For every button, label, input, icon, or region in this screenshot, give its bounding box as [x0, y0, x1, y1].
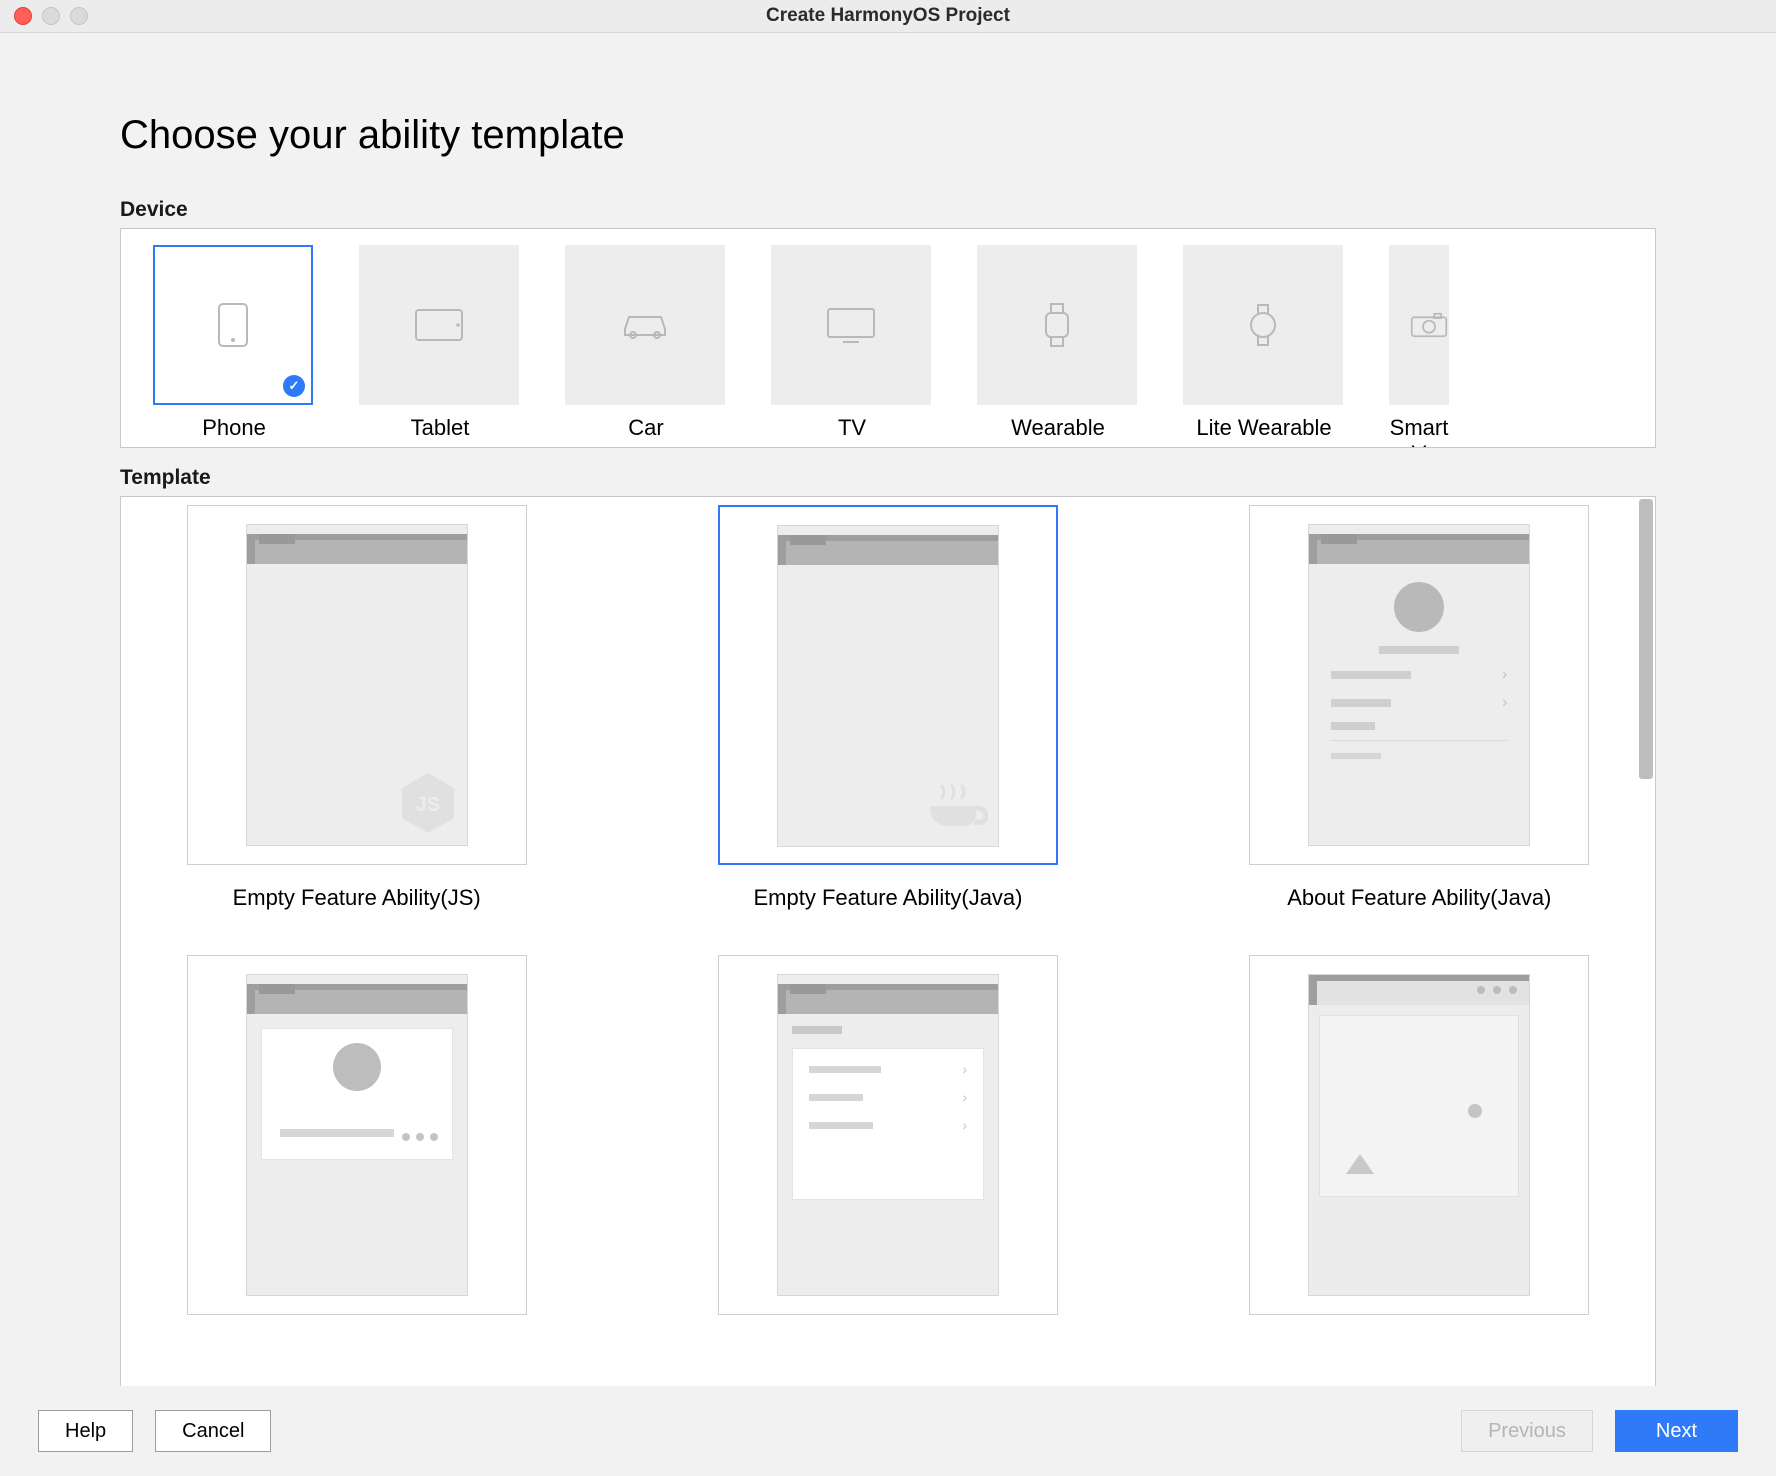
- device-label: Tablet: [359, 415, 521, 441]
- car-icon: [619, 309, 671, 341]
- device-row: Phone Tablet Car TV: [121, 229, 1655, 448]
- previous-button[interactable]: Previous: [1461, 1410, 1593, 1452]
- device-item-smart-vision[interactable]: Smart V: [1389, 245, 1449, 448]
- template-section-label: Template: [120, 466, 1656, 490]
- template-scrollbar[interactable]: [1639, 499, 1653, 779]
- help-button[interactable]: Help: [38, 1410, 133, 1452]
- device-item-lite-wearable[interactable]: Lite Wearable: [1183, 245, 1345, 441]
- template-item-about-java[interactable]: › › About Feature Ability(Java): [1224, 505, 1615, 911]
- page-title: Choose your ability template: [120, 113, 1656, 158]
- template-item-category[interactable]: › › ›: [692, 955, 1083, 1335]
- device-item-phone[interactable]: Phone: [153, 245, 315, 441]
- template-label: Empty Feature Ability(JS): [161, 885, 552, 911]
- device-label: Wearable: [977, 415, 1139, 441]
- watch-icon: [1042, 301, 1072, 349]
- camera-icon: [1410, 310, 1448, 340]
- template-item-fullscreen[interactable]: [1224, 955, 1615, 1335]
- footer: Help Cancel Previous Next: [0, 1386, 1776, 1476]
- watch-icon: [1248, 301, 1278, 349]
- template-preview: › › ›: [777, 974, 999, 1296]
- window-title: Create HarmonyOS Project: [0, 5, 1776, 27]
- template-preview: [1308, 974, 1530, 1296]
- titlebar: Create HarmonyOS Project: [0, 0, 1776, 33]
- template-preview: JS: [246, 524, 468, 846]
- template-panel: JS Empty Feature Ability(JS) Empty: [120, 496, 1656, 1387]
- device-panel: Phone Tablet Car TV: [120, 228, 1656, 448]
- template-label: About Feature Ability(Java): [1224, 885, 1615, 911]
- tablet-icon: [414, 308, 464, 342]
- device-label: Phone: [153, 415, 315, 441]
- device-label: Smart V: [1389, 415, 1449, 448]
- template-item-empty-java[interactable]: Empty Feature Ability(Java): [692, 505, 1083, 911]
- device-label: Car: [565, 415, 727, 441]
- device-section-label: Device: [120, 198, 1656, 222]
- template-label: Empty Feature Ability(Java): [692, 885, 1083, 911]
- svg-text:JS: JS: [415, 794, 439, 816]
- device-item-wearable[interactable]: Wearable: [977, 245, 1139, 441]
- next-button[interactable]: Next: [1615, 1410, 1738, 1452]
- device-label: TV: [771, 415, 933, 441]
- tv-icon: [825, 306, 877, 344]
- template-preview: [777, 525, 999, 847]
- device-item-car[interactable]: Car: [565, 245, 727, 441]
- template-item-business[interactable]: [161, 955, 552, 1335]
- device-label: Lite Wearable: [1183, 415, 1345, 441]
- selected-check-icon: [283, 375, 305, 397]
- template-preview: [246, 974, 468, 1296]
- js-icon: JS: [399, 771, 457, 835]
- java-coffee-icon: [924, 780, 988, 836]
- cancel-button[interactable]: Cancel: [155, 1410, 271, 1452]
- template-item-empty-js[interactable]: JS Empty Feature Ability(JS): [161, 505, 552, 911]
- phone-icon: [217, 302, 249, 348]
- device-item-tablet[interactable]: Tablet: [359, 245, 521, 441]
- template-preview: › ›: [1308, 524, 1530, 846]
- device-item-tv[interactable]: TV: [771, 245, 933, 441]
